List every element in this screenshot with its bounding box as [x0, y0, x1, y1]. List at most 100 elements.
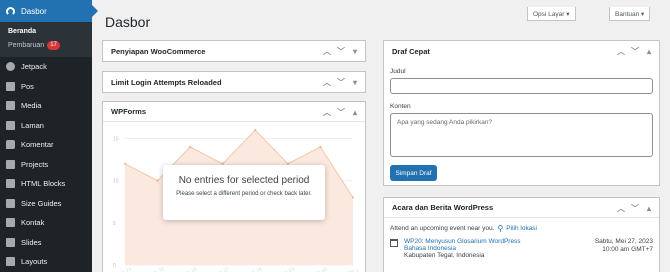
toggle-panel-icon[interactable]: ▴: [645, 204, 653, 213]
sidebar-item-label: Size Guides: [21, 198, 62, 208]
admin-sidebar: Dasbor Beranda Pembaruan 17 Jetpack Pos Me…: [0, 0, 98, 272]
x-tick-label: Mei 1: [346, 267, 360, 272]
draft-title-label: Judul: [390, 68, 406, 75]
move-up-icon[interactable]: ︿: [323, 46, 331, 57]
sidebar-item-media[interactable]: Media: [0, 96, 92, 116]
event-date: Sabtu, Mei 27, 2023: [594, 238, 653, 245]
widget-header[interactable]: WPForms ︿ ﹀ ▴: [103, 102, 365, 122]
widget-title: Acara dan Berita WordPress: [392, 203, 494, 212]
x-tick-label: Apr 26: [182, 267, 198, 272]
submenu-home-label: Beranda: [8, 28, 37, 35]
sidebar-item-html-blocks[interactable]: HTML Blocks: [0, 174, 92, 194]
sidebar-item-label: Komentar: [21, 140, 54, 150]
x-tick-label: Apr 25: [149, 267, 165, 272]
move-down-icon[interactable]: ﹀: [337, 46, 345, 57]
toggle-panel-icon[interactable]: ▴: [645, 47, 653, 56]
draft-title-input[interactable]: [390, 78, 653, 94]
sidebar-item-label: Kontak: [21, 218, 45, 228]
event-location: Kabupaten Tegal, Indonesia: [404, 252, 485, 259]
sidebar-item-slides[interactable]: Slides: [0, 233, 92, 253]
location-pin-icon: ⚲: [497, 224, 504, 233]
limit-login-widget: Limit Login Attempts Reloaded ︿ ﹀ ▾: [102, 71, 366, 93]
no-entries-title: No entries for selected period: [178, 175, 310, 186]
y-tick-label: 15: [113, 136, 119, 142]
data-point: [351, 196, 355, 199]
data-point: [123, 162, 127, 165]
widget-header[interactable]: Penyiapan WooCommerce ︿ ﹀ ▾: [103, 41, 365, 61]
quick-draft-widget: Draf Cepat ︿ ﹀ ▴ Judul Konten Apa yang sed…: [383, 40, 660, 186]
data-point: [319, 145, 322, 149]
x-tick-label: Apr 30: [312, 267, 328, 272]
widget-title: WPForms: [111, 107, 147, 116]
y-tick-label: 10: [113, 179, 119, 185]
wpforms-widget: WPForms ︿ ﹀ ▴ 0 5 10 15 Apr 24 Apr 25 Apr 26 Apr …: [102, 101, 366, 272]
attend-text: Attend an upcoming event near you.: [390, 225, 495, 232]
slides-icon: [6, 237, 15, 247]
pin-icon: [6, 81, 15, 91]
dashboard-submenu: Beranda Pembaruan 17: [0, 22, 92, 57]
sidebar-item-size-guides[interactable]: Size Guides: [0, 194, 92, 214]
sidebar-item-label: Laman: [21, 120, 44, 130]
events-news-widget: Acara dan Berita WordPress ︿ ﹀ ▴ Attend an…: [383, 197, 660, 272]
sidebar-item-label: HTML Blocks: [21, 179, 66, 189]
x-tick-label: Apr 28: [247, 267, 263, 272]
widget-header[interactable]: Draf Cepat ︿ ﹀ ▴: [384, 41, 659, 61]
projects-icon: [6, 159, 15, 169]
woocommerce-setup-widget: Penyiapan WooCommerce ︿ ﹀ ▾: [102, 40, 366, 62]
data-point: [254, 128, 257, 132]
x-tick-label: Apr 27: [214, 267, 230, 272]
gauge-icon: [6, 6, 15, 16]
media-icon: [6, 101, 15, 111]
move-up-icon[interactable]: ︿: [323, 107, 331, 118]
page-icon: [6, 120, 15, 130]
widget-title: Penyiapan WooCommerce: [111, 46, 206, 56]
sidebar-item-kontak[interactable]: Kontak: [0, 213, 92, 233]
sidebar-item-komentar[interactable]: Komentar: [0, 135, 92, 155]
sidebar-item-projects[interactable]: Projects: [0, 155, 92, 175]
comment-icon: [6, 140, 15, 150]
sidebar-item-layouts[interactable]: Layouts: [0, 252, 92, 272]
sidebar-item-laman[interactable]: Laman: [0, 116, 92, 136]
data-point: [188, 145, 192, 149]
save-draft-button[interactable]: Simpan Draf: [390, 165, 437, 181]
event-time: 10:00 am GMT+7: [602, 246, 653, 253]
select-location-link[interactable]: Pilih lokasi: [506, 225, 537, 232]
attend-row: Attend an upcoming event near you. ⚲ Pil…: [390, 224, 537, 233]
screen-options-button[interactable]: Opsi Layar ▾: [527, 7, 576, 21]
main-content: Dasbor Opsi Layar ▾ Bantuan ▾ Penyiapan …: [92, 0, 670, 272]
y-tick-label: 0: [113, 263, 116, 269]
toggle-panel-icon[interactable]: ▾: [351, 78, 359, 87]
help-button[interactable]: Bantuan ▾: [609, 7, 651, 21]
move-up-icon[interactable]: ︿: [323, 77, 331, 88]
no-entries-text: Please select a different period or chec…: [176, 191, 312, 197]
sidebar-item-pos[interactable]: Pos: [0, 77, 92, 97]
event-subtitle[interactable]: Bahasa Indonesia: [404, 245, 521, 252]
widget-header[interactable]: Acara dan Berita WordPress ︿ ﹀ ▴: [384, 198, 659, 218]
jetpack-icon: [6, 62, 15, 72]
submenu-updates[interactable]: Pembaruan 17: [0, 38, 92, 53]
draft-content-textarea[interactable]: Apa yang sedang Anda pikirkan?: [390, 113, 653, 157]
widget-header[interactable]: Limit Login Attempts Reloaded ︿ ﹀ ▾: [103, 72, 365, 92]
page-title: Dasbor: [105, 14, 151, 30]
submenu-home[interactable]: Beranda: [0, 25, 92, 38]
move-down-icon[interactable]: ﹀: [631, 203, 639, 214]
submenu-updates-label: Pembaruan: [8, 42, 45, 49]
toggle-panel-icon[interactable]: ▴: [351, 108, 359, 117]
move-up-icon[interactable]: ︿: [617, 203, 625, 214]
toggle-panel-icon[interactable]: ▾: [351, 47, 359, 56]
widget-title: Draf Cepat: [392, 46, 430, 56]
move-down-icon[interactable]: ﹀: [631, 46, 639, 57]
sidebar-item-label: Media: [21, 101, 42, 111]
x-tick-label: Apr 29: [280, 267, 296, 272]
sidebar-item-dashboard[interactable]: Dasbor: [0, 0, 98, 22]
sidebar-item-label: Slides: [21, 237, 42, 247]
sidebar-item-jetpack[interactable]: Jetpack: [0, 57, 92, 77]
event-title-link[interactable]: WP20: Menyusun Glosarium WordPress: [404, 238, 521, 245]
move-up-icon[interactable]: ︿: [617, 46, 625, 57]
data-point: [156, 179, 159, 182]
event-datetime: Sabtu, Mei 27, 2023 10:00 am GMT+7: [595, 238, 653, 254]
move-down-icon[interactable]: ﹀: [337, 77, 345, 88]
sidebar-item-label: Layouts: [21, 257, 48, 267]
move-down-icon[interactable]: ﹀: [337, 107, 345, 118]
y-tick-label: 5: [113, 221, 116, 227]
